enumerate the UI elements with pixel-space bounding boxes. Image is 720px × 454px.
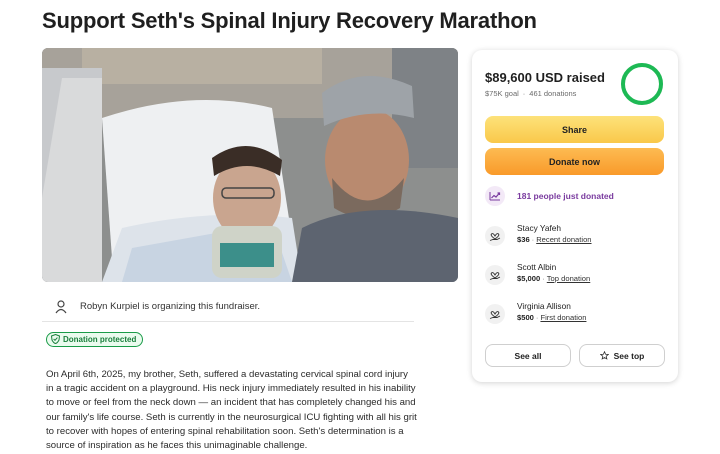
page-title: Support Seth's Spinal Injury Recovery Ma… xyxy=(42,8,537,33)
amount-raised: $89,600 USD raised xyxy=(485,70,605,85)
story-text: On April 6th, 2025, my brother, Seth, su… xyxy=(46,369,417,452)
hand-heart-icon xyxy=(485,226,505,246)
hand-heart-icon xyxy=(485,304,505,324)
organizer-row: Robyn Kurpiel is organizing this fundrai… xyxy=(42,292,414,322)
donation-item: Virginia Allison $500 · First donation xyxy=(485,300,586,330)
separator: · xyxy=(542,274,545,283)
donor-name: Scott Albin xyxy=(517,262,557,272)
share-button[interactable]: Share xyxy=(485,116,664,143)
donate-button[interactable]: Donate now xyxy=(485,148,664,175)
donation-sidebar: $89,600 USD raised $75K goal · 461 donat… xyxy=(472,50,678,382)
hand-heart-icon xyxy=(485,265,505,285)
progress-ring-fill xyxy=(621,63,663,105)
donor-name: Stacy Yafeh xyxy=(517,223,561,233)
person-icon xyxy=(48,297,74,317)
goal-meta: $75K goal · 461 donations xyxy=(485,89,576,98)
donation-tag[interactable]: First donation xyxy=(540,313,586,322)
separator: · xyxy=(535,313,539,322)
donation-item: Stacy Yafeh $36 · Recent donation xyxy=(485,222,592,252)
trending-up-icon xyxy=(485,186,505,206)
donor-name: Virginia Allison xyxy=(517,301,571,311)
meta-separator: · xyxy=(522,89,526,98)
donation-tag[interactable]: Top donation xyxy=(547,274,591,283)
donation-amount: $5,000 xyxy=(517,274,541,283)
just-donated-text: 181 people just donated xyxy=(517,191,614,201)
donation-protected-badge[interactable]: Donation protected xyxy=(46,331,144,349)
star-icon xyxy=(599,351,609,360)
protected-label: Donation protected xyxy=(63,335,137,344)
donation-amount: $500 xyxy=(517,313,534,322)
organizer-text: Robyn Kurpiel is organizing this fundrai… xyxy=(80,301,261,312)
see-all-button[interactable]: See all xyxy=(485,344,571,367)
donation-item: Scott Albin $5,000 · Top donation xyxy=(485,261,590,291)
progress-ring xyxy=(621,63,663,105)
goal-text: $75K goal xyxy=(485,89,519,98)
donation-count: 461 donations xyxy=(529,89,577,98)
recent-activity: 181 people just donated xyxy=(485,186,614,206)
separator: · xyxy=(531,235,535,244)
see-top-label: See top xyxy=(613,350,645,361)
campaign-photo xyxy=(42,48,458,282)
shield-check-icon xyxy=(50,331,61,349)
donation-amount: $36 xyxy=(517,235,530,244)
see-top-button[interactable]: See top xyxy=(579,344,665,367)
donation-tag[interactable]: Recent donation xyxy=(536,235,591,244)
